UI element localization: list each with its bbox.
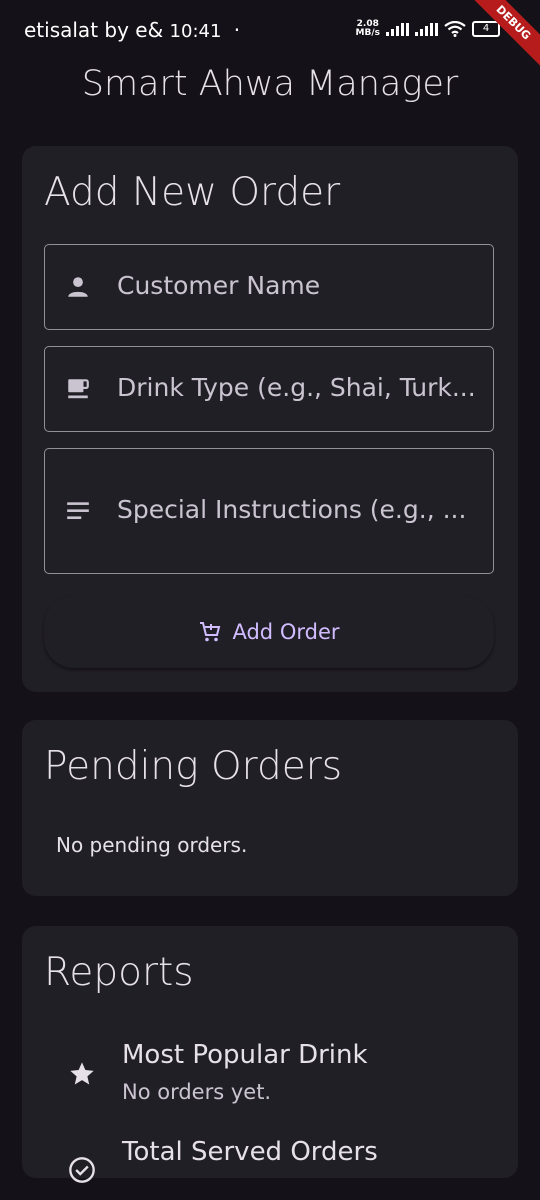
check-circle-icon	[69, 1157, 95, 1183]
page-title: Smart Ahwa Manager	[81, 64, 459, 104]
notes-icon	[67, 502, 89, 520]
status-icons: 2.08 MB/s 4	[356, 20, 500, 38]
net-speed-unit: MB/s	[355, 28, 380, 38]
pending-orders-title: Pending Orders	[44, 744, 343, 789]
status-dot: ·	[233, 18, 241, 42]
signal-icon	[386, 22, 409, 36]
carrier-name: etisalat by e&	[24, 18, 164, 42]
network-speed: 2.08 MB/s	[356, 20, 380, 38]
add-order-button[interactable]: Add Order	[44, 596, 494, 668]
wifi-icon	[444, 21, 466, 37]
report-item-subtitle: No orders yet.	[122, 1080, 272, 1104]
battery-icon: 4	[472, 21, 500, 37]
customer-name-field[interactable]: Customer Name	[44, 244, 494, 330]
coffee-cup-icon	[68, 379, 89, 399]
add-shopping-cart-icon	[200, 622, 221, 642]
add-order-card: Add New Order Customer Name Drink Type (…	[22, 146, 518, 692]
battery-level: 4	[482, 23, 490, 34]
customer-name-placeholder: Customer Name	[117, 271, 321, 300]
status-bar: etisalat by e& 10:41 · 2.08 MB/s 4 DEBUG	[0, 0, 540, 70]
drink-type-field[interactable]: Drink Type (e.g., Shai, Turk...	[44, 346, 494, 432]
report-item-title: Total Served Orders	[122, 1137, 378, 1167]
person-icon	[68, 277, 88, 297]
drink-type-placeholder: Drink Type (e.g., Shai, Turk...	[117, 373, 476, 402]
report-item-title: Most Popular Drink	[122, 1040, 368, 1070]
status-carrier-time: etisalat by e& 10:41 ·	[24, 18, 240, 42]
signal-2-icon	[415, 22, 438, 36]
pending-orders-card: Pending Orders No pending orders.	[22, 720, 518, 896]
reports-card: Reports Most Popular Drink No orders yet…	[22, 926, 518, 1183]
pending-orders-empty-message: No pending orders.	[56, 833, 248, 857]
clock: 10:41	[169, 21, 222, 42]
star-icon	[70, 1062, 94, 1085]
special-instructions-placeholder: Special Instructions (e.g., ...	[117, 495, 467, 524]
reports-title: Reports	[44, 950, 194, 995]
special-instructions-field[interactable]: Special Instructions (e.g., ...	[44, 448, 494, 574]
add-order-title: Add New Order	[44, 170, 341, 215]
add-order-label: Add Order	[232, 620, 340, 644]
